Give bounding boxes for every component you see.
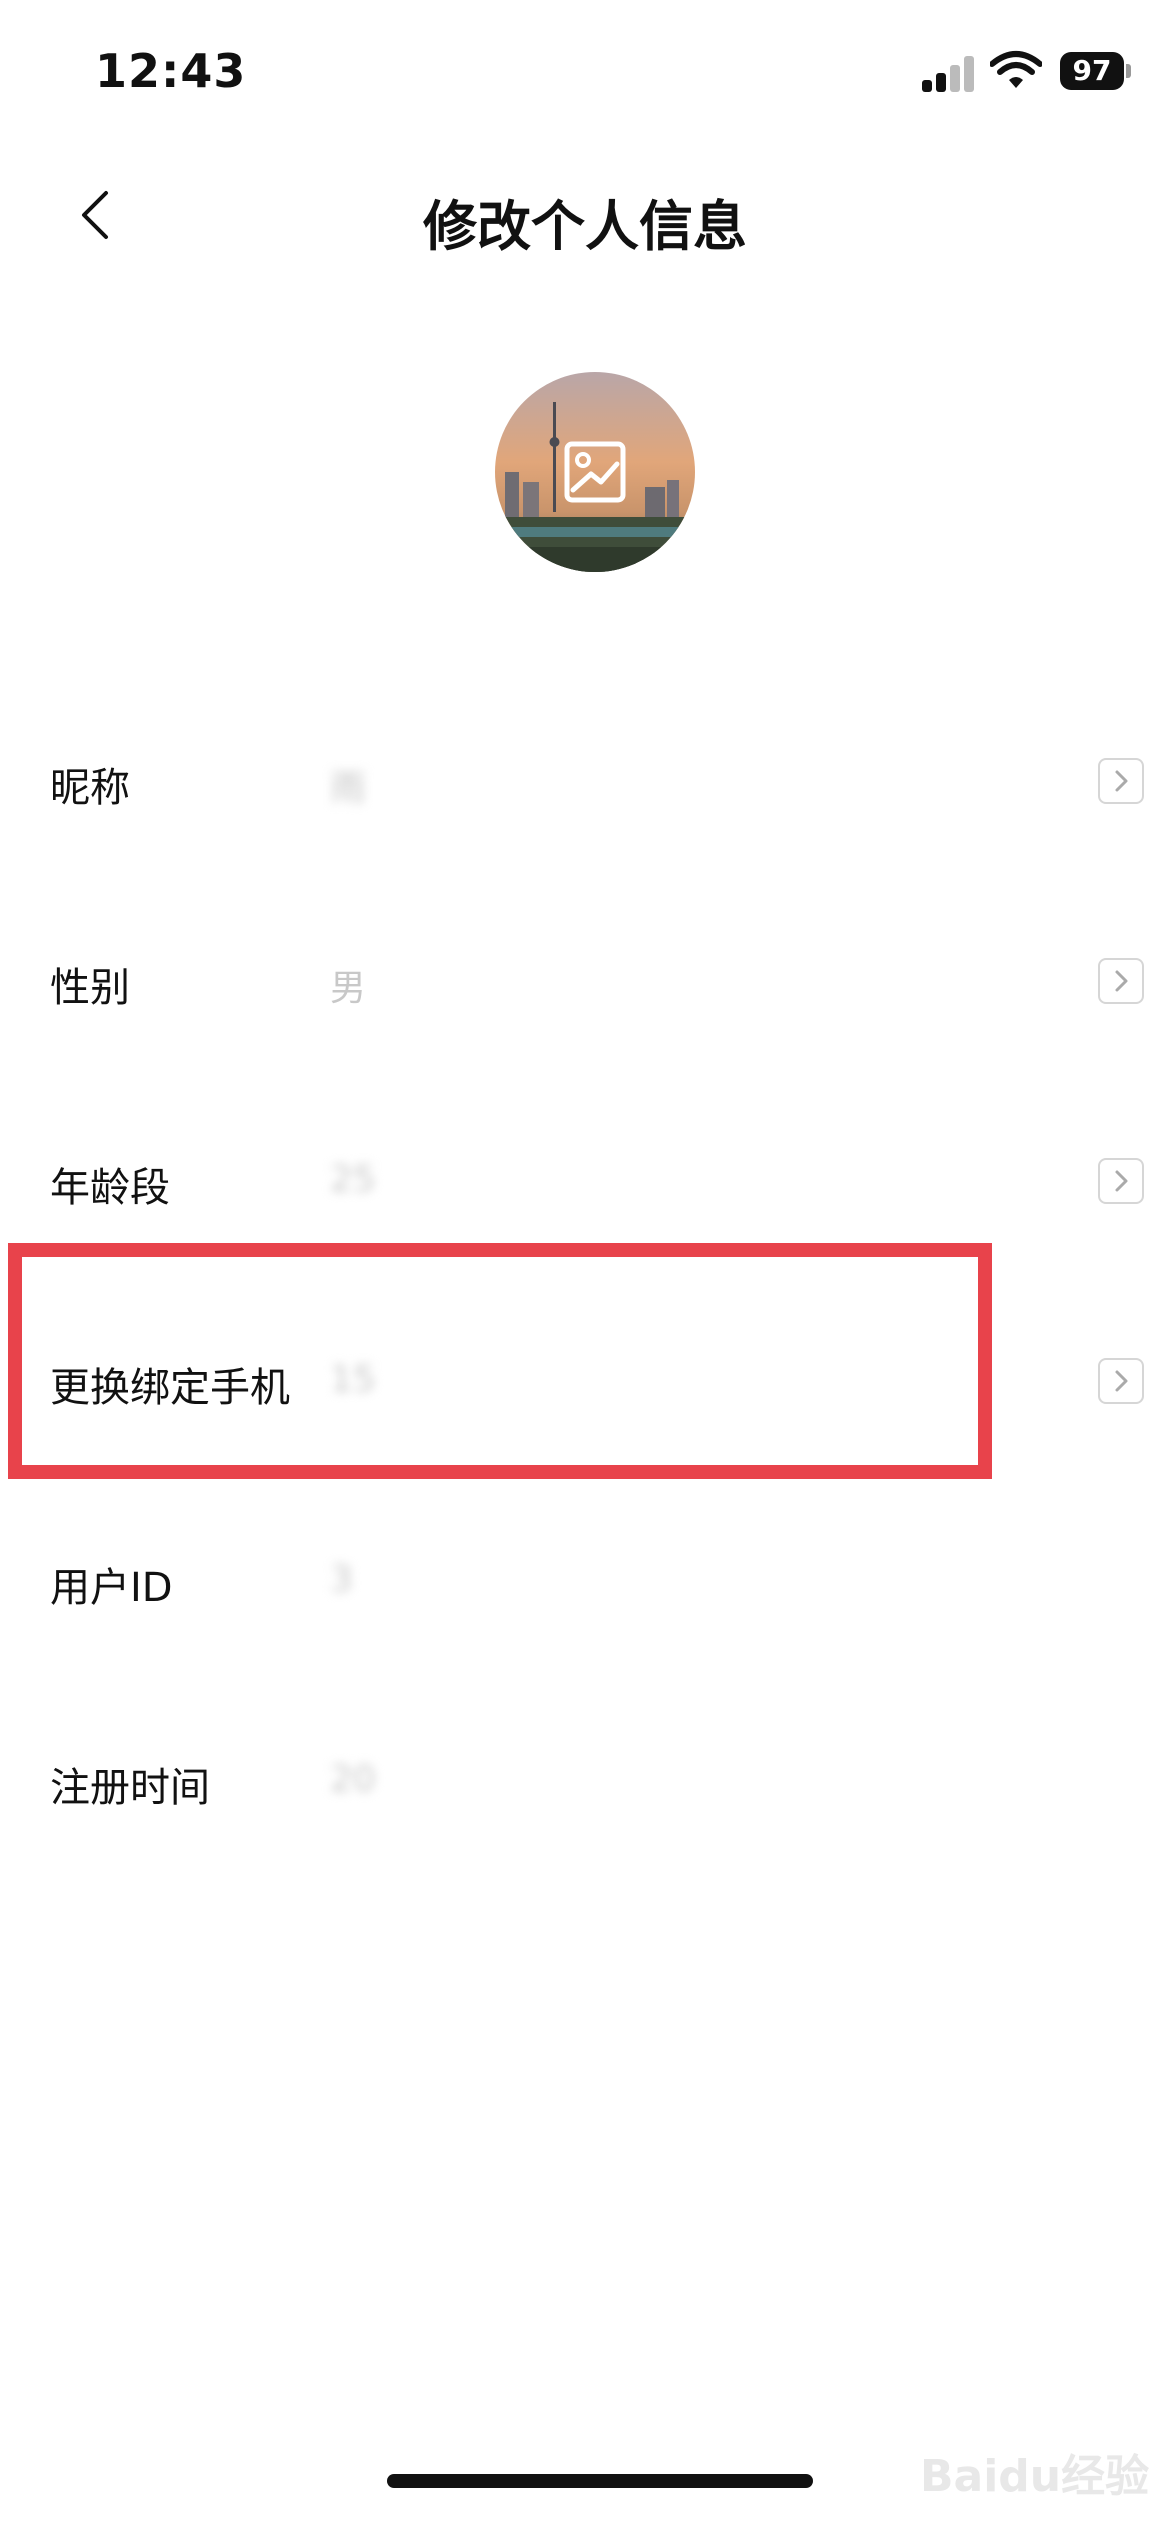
row-nickname[interactable]: 昵称 雨 <box>0 723 1170 843</box>
row-user-id: 用户ID 3 <box>0 1523 1170 1643</box>
row-label: 昵称 <box>50 765 130 811</box>
battery-icon: 97 <box>1060 52 1131 90</box>
signal-icon <box>922 56 974 92</box>
avatar[interactable] <box>495 372 695 572</box>
battery-level: 97 <box>1060 52 1124 90</box>
row-value: 雨 <box>330 768 367 809</box>
chevron-right-icon[interactable] <box>1098 1358 1144 1404</box>
highlight-box <box>8 1243 992 1479</box>
row-value: 25 <box>330 1159 376 1200</box>
row-label: 性别 <box>50 965 130 1011</box>
row-value: 3 <box>330 1559 353 1600</box>
baidu-watermark: Baidu经验 <box>920 2451 1150 2502</box>
nav-bar: 修改个人信息 <box>0 150 1170 280</box>
home-indicator[interactable] <box>387 2474 813 2488</box>
row-gender[interactable]: 性别 男 <box>0 923 1170 1043</box>
wifi-icon <box>989 50 1043 90</box>
row-register-time: 注册时间 20 <box>0 1723 1170 1843</box>
row-value: 男 <box>330 968 367 1009</box>
chevron-right-icon[interactable] <box>1098 758 1144 804</box>
row-label: 注册时间 <box>50 1765 210 1811</box>
chevron-right-icon[interactable] <box>1098 958 1144 1004</box>
status-time: 12:43 <box>95 44 247 98</box>
page-title: 修改个人信息 <box>423 195 747 258</box>
row-label: 年龄段 <box>50 1165 170 1211</box>
row-label: 用户ID <box>50 1565 173 1611</box>
status-bar: 12:43 97 <box>0 0 1170 150</box>
row-value: 20 <box>330 1759 376 1800</box>
chevron-right-icon[interactable] <box>1098 1158 1144 1204</box>
row-age-range[interactable]: 年龄段 25 <box>0 1123 1170 1243</box>
